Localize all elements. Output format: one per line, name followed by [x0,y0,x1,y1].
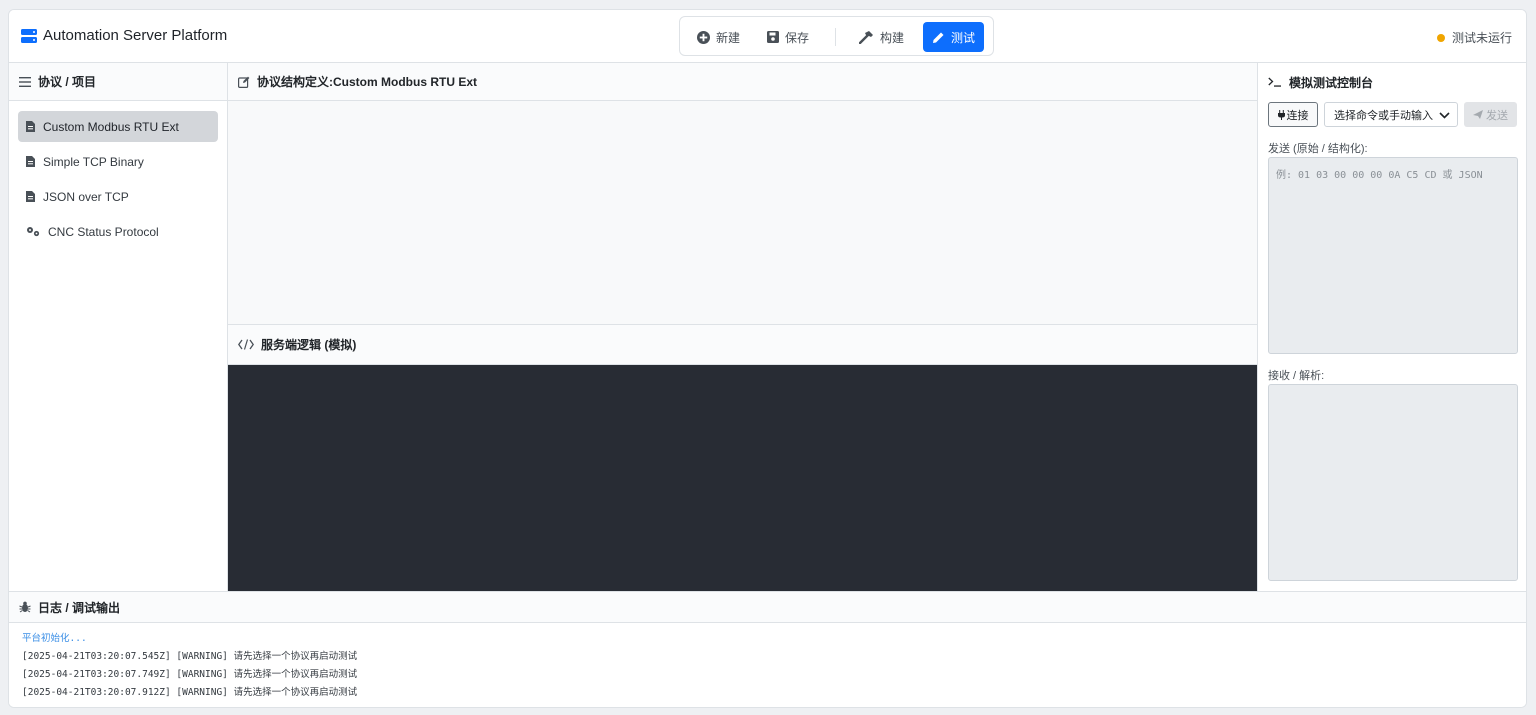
command-select-value: 选择命令或手动输入 [1334,109,1433,122]
sidebar-item-label: JSON over TCP [43,189,129,204]
connect-button[interactable]: 连接 [1268,102,1318,127]
sidebar-item-cnc-status[interactable]: CNC Status Protocol [18,216,218,247]
top-header: Automation Server Platform 新建 保存 构建 测试 测… [9,10,1526,63]
sidebar-item-label: CNC Status Protocol [48,224,159,239]
log-header: 日志 / 调试输出 [9,592,1526,623]
list-icon [19,76,31,87]
editor-area: 协议结构定义:Custom Modbus RTU Ext 服务端逻辑 (模拟) [228,63,1257,591]
file-icon [26,121,35,132]
code-icon [238,339,254,350]
build-button-label: 构建 [880,30,905,45]
protocol-sidebar: 协议 / 项目 Custom Modbus RTU Ext Simple TCP… [9,63,228,591]
sidebar-item-label: Custom Modbus RTU Ext [43,119,179,134]
terminal-icon [1268,77,1281,87]
test-console-panel: 模拟测试控制台 连接 选择命令或手动输入 发送 发送 (原始 / 结构化): 例… [1257,63,1526,591]
sidebar-item-custom-modbus[interactable]: Custom Modbus RTU Ext [18,111,218,142]
new-button-label: 新建 [716,30,741,45]
server-icon [21,28,37,43]
structure-header: 协议结构定义:Custom Modbus RTU Ext [228,63,1257,101]
main-toolbar: 新建 保存 构建 测试 [679,16,994,56]
gears-icon [27,227,40,237]
sidebar-header: 协议 / 项目 [9,63,227,101]
test-button[interactable]: 测试 [923,22,985,52]
floppy-icon [767,31,779,43]
log-title: 日志 / 调试输出 [38,600,121,615]
protocol-list: Custom Modbus RTU Ext Simple TCP Binary … [9,101,227,261]
status-dot [1436,33,1445,42]
paper-plane-icon [1473,110,1483,119]
log-panel: 日志 / 调试输出 平台初始化... [2025-04-21T03:20:07.… [9,591,1526,707]
save-button-label: 保存 [785,30,810,45]
connect-label: 连接 [1286,109,1309,122]
sidebar-item-simple-tcp[interactable]: Simple TCP Binary [18,146,218,177]
log-output[interactable]: 平台初始化... [2025-04-21T03:20:07.545Z] [WAR… [9,623,1526,707]
brand: Automation Server Platform [21,27,227,44]
structure-title: 协议结构定义:Custom Modbus RTU Ext [257,75,477,89]
save-button[interactable]: 保存 [758,22,818,52]
file-icon [26,156,35,167]
pencil-icon [933,32,944,43]
log-line: [2025-04-21T03:20:07.749Z] [WARNING] 请先选… [22,669,358,680]
structure-editor[interactable] [228,101,1257,325]
log-line: [2025-04-21T03:20:07.912Z] [WARNING] 请先选… [22,687,358,698]
app-window: Automation Server Platform 新建 保存 构建 测试 测… [8,9,1527,708]
status-text: 测试未运行 [1451,31,1512,45]
send-input[interactable]: 例: 01 03 00 00 00 0A C5 CD 或 JSON [1268,157,1518,354]
plug-icon [1277,109,1285,120]
test-button-label: 测试 [951,30,976,45]
console-header: 模拟测试控制台 [1258,63,1526,101]
new-button[interactable]: 新建 [688,22,749,52]
log-line: [2025-04-21T03:20:07.545Z] [WARNING] 请先选… [22,651,358,662]
log-line: 平台初始化... [22,633,87,644]
hammer-icon [859,30,873,44]
send-placeholder: 例: 01 03 00 00 00 0A C5 CD 或 JSON [1276,170,1483,181]
send-button[interactable]: 发送 [1464,102,1517,127]
bug-icon [19,601,31,613]
console-controls: 连接 选择命令或手动输入 发送 [1268,102,1520,128]
receive-output[interactable] [1268,384,1518,581]
test-status: 测试未运行 [1436,29,1512,46]
file-icon [26,191,35,202]
app-title: Automation Server Platform [43,27,228,44]
toolbar-divider [835,28,836,46]
sidebar-item-json-tcp[interactable]: JSON over TCP [18,181,218,212]
send-label: 发送 [1486,109,1508,122]
plus-circle-icon [697,30,710,44]
chevron-down-icon [1439,112,1450,119]
logic-header: 服务端逻辑 (模拟) [228,325,1257,365]
command-select[interactable]: 选择命令或手动输入 [1324,102,1458,127]
sidebar-title: 协议 / 项目 [38,75,97,89]
receive-field-label: 接收 / 解析: [1268,370,1325,382]
logic-title: 服务端逻辑 (模拟) [261,338,357,352]
console-title: 模拟测试控制台 [1289,75,1374,90]
send-field-label: 发送 (原始 / 结构化): [1268,143,1368,155]
build-button[interactable]: 构建 [850,22,913,52]
sidebar-item-label: Simple TCP Binary [43,154,144,169]
edit-icon [238,76,250,88]
logic-code-editor[interactable] [228,365,1257,591]
